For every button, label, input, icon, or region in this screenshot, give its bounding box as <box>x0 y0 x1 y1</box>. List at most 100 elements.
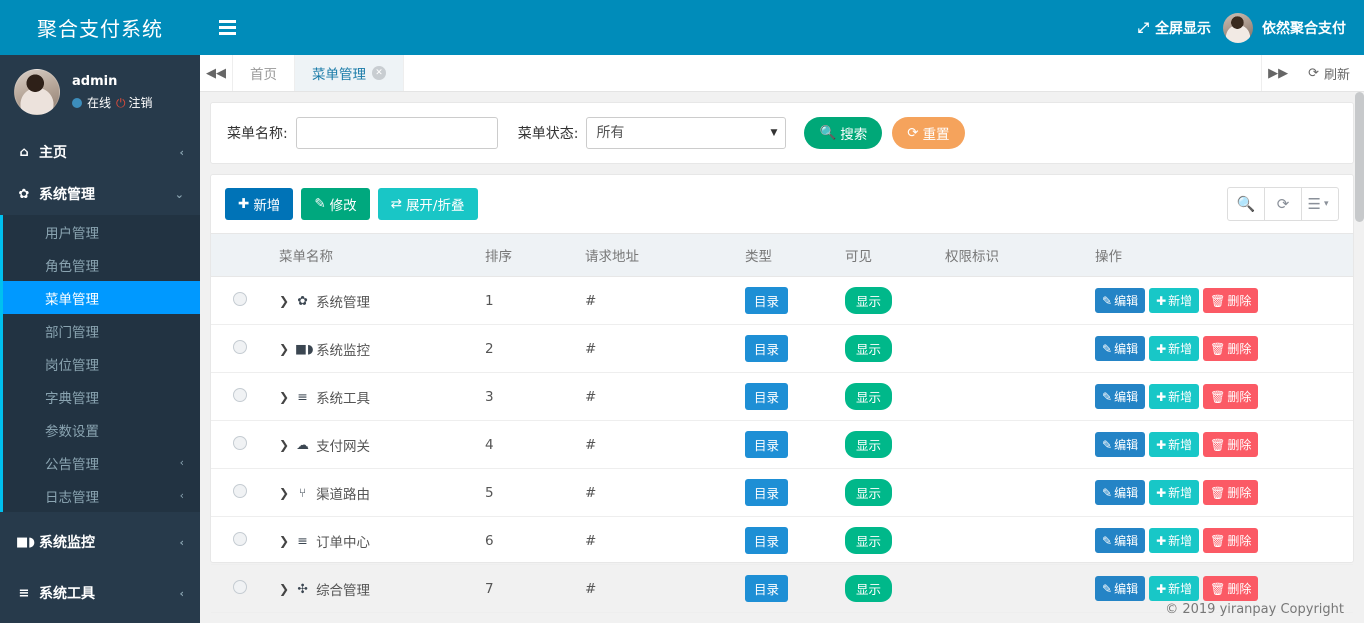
copyright-text: © 2019 yiranpay Copyright <box>1165 601 1344 617</box>
sidebar-item-logs[interactable]: 日志管理 ‹ <box>3 479 200 512</box>
sidebar-user-panel: admin 在线 ⏻ 注销 <box>0 55 200 131</box>
chevron-right-icon[interactable]: ❯ <box>279 438 289 452</box>
bars-icon: ≡ <box>297 533 308 548</box>
row-delete-button[interactable]: 🗑 删除 <box>1203 336 1259 361</box>
row-radio[interactable] <box>233 483 247 498</box>
sidebar-item-departments[interactable]: 部门管理 <box>3 314 200 347</box>
search-button[interactable]: 🔍 搜索 <box>804 117 883 149</box>
sidebar-item-home[interactable]: ⌂ 主页 ‹ <box>0 131 200 173</box>
row-edit-button[interactable]: ✎ 编辑 <box>1095 288 1146 313</box>
row-radio[interactable] <box>233 579 247 594</box>
chevron-right-icon[interactable]: ❯ <box>279 294 289 308</box>
menu-name-input[interactable] <box>295 117 498 149</box>
page-scrollbar[interactable] <box>1355 92 1364 623</box>
sidebar-item-dictionary[interactable]: 字典管理 <box>3 380 200 413</box>
sidebar-item-params[interactable]: 参数设置 <box>3 413 200 446</box>
chevron-right-icon[interactable]: ❯ <box>279 390 289 404</box>
header-user-menu[interactable]: 依然聚合支付 <box>1223 12 1364 43</box>
tabs-scroll-left-button[interactable]: ◀◀ <box>200 55 233 91</box>
user-status: 在线 <box>87 96 112 111</box>
row-delete-button[interactable]: 🗑 删除 <box>1203 528 1259 553</box>
sidebar-subitem-label: 用户管理 <box>45 225 99 242</box>
bars-icon: ≡ <box>297 389 308 404</box>
chevron-right-icon[interactable]: ❯ <box>279 486 289 500</box>
type-badge: 目录 <box>745 287 789 314</box>
table-row[interactable]: ❯ ≡ 系统工具 3 # 目录 显示 ✎ 编辑 ✚ 新增 🗑 删除 <box>211 372 1353 421</box>
row-add-button[interactable]: ✚ 新增 <box>1149 432 1200 457</box>
tab-menu-management[interactable]: 菜单管理 ✕ <box>295 55 404 91</box>
search-icon[interactable]: 🔍 <box>1227 187 1265 221</box>
sidebar-item-system-tools[interactable]: ≡ 系统工具 ‹ <box>0 572 200 614</box>
chevron-right-icon[interactable]: ❯ <box>279 582 289 596</box>
table-row[interactable]: ❯ ✿ 系统管理 1 # 目录 显示 ✎ 编辑 ✚ 新增 🗑 删除 <box>211 276 1353 325</box>
row-edit-label: 编辑 <box>1114 486 1139 500</box>
code-branch-icon: ⑂ <box>298 485 307 500</box>
reset-button[interactable]: ⟳ 重置 <box>892 117 965 149</box>
sidebar-item-menus[interactable]: 菜单管理 <box>3 281 200 314</box>
row-edit-button[interactable]: ✎ 编辑 <box>1095 432 1146 457</box>
sidebar-item-system-management[interactable]: ✿ 系统管理 ⌄ <box>0 173 200 215</box>
table-row[interactable]: ❯ ■◗ 系统监控 2 # 目录 显示 ✎ 编辑 ✚ 新增 🗑 删除 <box>211 324 1353 373</box>
sidebar-item-notices[interactable]: 公告管理 ‹ <box>3 446 200 479</box>
row-name-cell: ❯ ≡ 系统工具 <box>257 372 477 421</box>
row-edit-label: 编辑 <box>1114 342 1139 356</box>
row-edit-button[interactable]: ✎ 编辑 <box>1095 480 1146 505</box>
row-delete-button[interactable]: 🗑 删除 <box>1203 432 1259 457</box>
refresh-page-button[interactable]: ⟳ 刷新 <box>1294 55 1364 91</box>
columns-icon[interactable]: ☰ ▾ <box>1301 187 1339 221</box>
row-order: 5 <box>477 468 577 517</box>
row-delete-button[interactable]: 🗑 删除 <box>1203 384 1259 409</box>
hamburger-menu-icon[interactable] <box>200 0 254 55</box>
logout-label: 注销 <box>128 96 153 111</box>
row-add-button[interactable]: ✚ 新增 <box>1149 480 1200 505</box>
gear-icon: ✿ <box>297 293 308 308</box>
menu-status-select[interactable]: 所有 <box>586 117 787 149</box>
row-add-button[interactable]: ✚ 新增 <box>1149 528 1200 553</box>
row-add-button[interactable]: ✚ 新增 <box>1149 384 1200 409</box>
menu-separator <box>0 512 200 521</box>
row-add-button[interactable]: ✚ 新增 <box>1149 288 1200 313</box>
row-delete-button[interactable]: 🗑 删除 <box>1203 480 1259 505</box>
refresh-icon[interactable]: ⟳ <box>1264 187 1302 221</box>
th-actions: 操作 <box>1087 233 1353 277</box>
add-button[interactable]: ✚ 新增 <box>225 188 294 220</box>
logout-button[interactable]: ⏻ 注销 <box>116 94 153 112</box>
table-row[interactable]: ❯ ⑂ 渠道路由 5 # 目录 显示 ✎ 编辑 ✚ 新增 🗑 删除 <box>211 468 1353 517</box>
row-name-cell: ❯ ■◗ 系统监控 <box>257 324 477 373</box>
row-edit-button[interactable]: ✎ 编辑 <box>1095 384 1146 409</box>
chevron-right-icon[interactable]: ❯ <box>279 342 289 356</box>
row-add-button[interactable]: ✚ 新增 <box>1149 336 1200 361</box>
row-radio[interactable] <box>233 435 247 450</box>
tab-list: 首页 菜单管理 ✕ <box>233 55 1261 91</box>
user-name: admin <box>72 73 118 89</box>
row-edit-button[interactable]: ✎ 编辑 <box>1095 528 1146 553</box>
table-row[interactable]: ❯ ≡ 订单中心 6 # 目录 显示 ✎ 编辑 ✚ 新增 🗑 删除 <box>211 516 1353 565</box>
row-radio[interactable] <box>233 531 247 546</box>
sidebar-item-users[interactable]: 用户管理 <box>3 215 200 248</box>
row-menu-name: 订单中心 <box>316 534 371 551</box>
close-icon[interactable]: ✕ <box>372 66 386 80</box>
row-radio[interactable] <box>233 291 247 306</box>
edit-button[interactable]: ✎ 修改 <box>301 188 370 220</box>
search-icon: 🔍 <box>819 125 837 141</box>
sidebar-subitem-label: 日志管理 <box>45 489 99 506</box>
expand-collapse-button[interactable]: ⇄ 展开/折叠 <box>377 188 478 220</box>
fullscreen-button[interactable]: ⤢ 全屏显示 <box>1126 18 1223 38</box>
tabs-scroll-right-button[interactable]: ▶▶ <box>1261 55 1294 91</box>
row-name-cell: ❯ ✿ 系统管理 <box>257 276 477 325</box>
table-row[interactable]: ❯ ☁ 支付网关 4 # 目录 显示 ✎ 编辑 ✚ 新增 🗑 删除 <box>211 420 1353 469</box>
sidebar-item-system-monitor[interactable]: ■◗ 系统监控 ‹ <box>0 521 200 563</box>
row-visible-cell: 显示 <box>837 324 937 373</box>
row-actions-cell: ✎编辑✚新增🗑删除 <box>1087 276 1353 325</box>
tab-home[interactable]: 首页 <box>233 55 295 91</box>
row-radio[interactable] <box>233 339 247 354</box>
sidebar-item-roles[interactable]: 角色管理 <box>3 248 200 281</box>
plus-icon: ✚ <box>1156 293 1167 308</box>
pencil-icon: ✎ <box>1102 437 1113 452</box>
row-edit-button[interactable]: ✎ 编辑 <box>1095 336 1146 361</box>
row-radio[interactable] <box>233 387 247 402</box>
sidebar-item-posts[interactable]: 岗位管理 <box>3 347 200 380</box>
chevron-right-icon[interactable]: ❯ <box>279 534 289 548</box>
row-delete-button[interactable]: 🗑 删除 <box>1203 288 1259 313</box>
type-badge: 目录 <box>745 383 789 410</box>
